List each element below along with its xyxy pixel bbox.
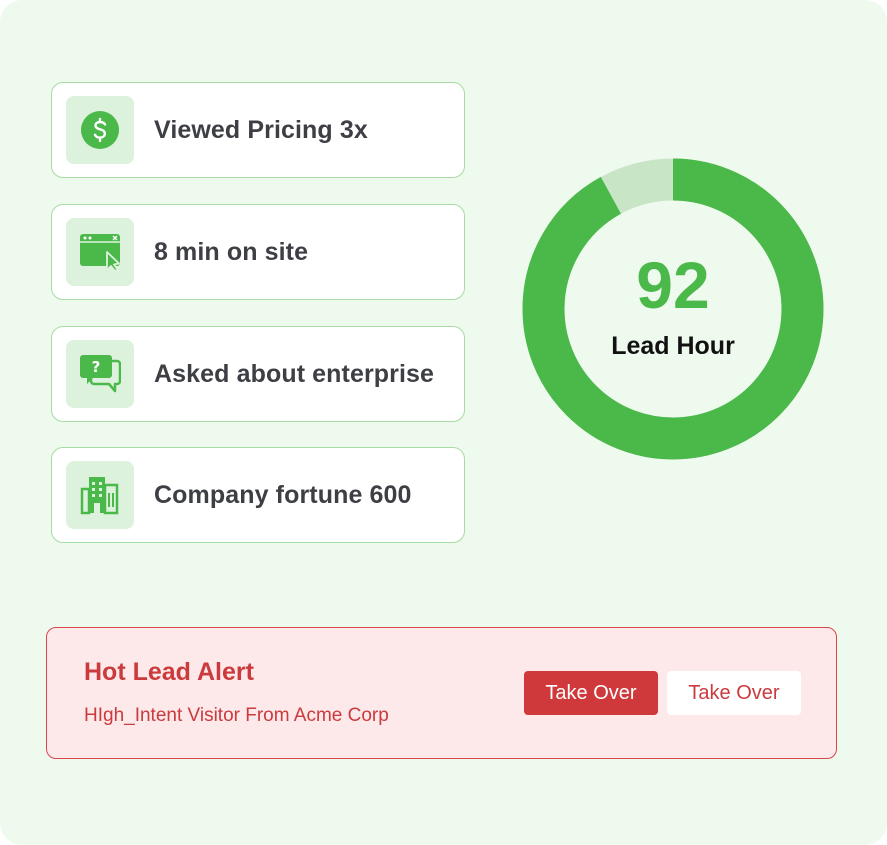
take-over-button[interactable]: Take Over <box>524 671 658 715</box>
svg-text:?: ? <box>92 358 101 376</box>
lead-score-gauge: 92 Lead Hour <box>522 158 824 460</box>
building-icon <box>66 461 134 529</box>
alert-title: Hot Lead Alert <box>84 658 254 686</box>
signal-label: Viewed Pricing 3x <box>154 115 368 144</box>
signal-item-enterprise-question: ? Asked about enterprise <box>51 326 465 422</box>
signal-item-company-size: Company fortune 600 <box>51 447 465 543</box>
hot-lead-alert: Hot Lead Alert HIgh_Intent Visitor From … <box>46 627 837 759</box>
chat-question-icon: ? <box>66 340 134 408</box>
score-label: Lead Hour <box>611 331 735 360</box>
signal-item-time-on-site: 8 min on site <box>51 204 465 300</box>
signal-label: Company fortune 600 <box>154 480 412 509</box>
signal-label: Asked about enterprise <box>154 359 435 388</box>
take-over-secondary-button[interactable]: Take Over <box>667 671 801 715</box>
score-value: 92 <box>636 247 710 322</box>
dollar-icon <box>66 96 134 164</box>
signal-item-pricing: Viewed Pricing 3x <box>51 82 465 178</box>
signal-label: 8 min on site <box>154 237 309 266</box>
browser-cursor-icon <box>66 218 134 286</box>
alert-subtitle: HIgh_Intent Visitor From Acme Corp <box>84 705 389 726</box>
